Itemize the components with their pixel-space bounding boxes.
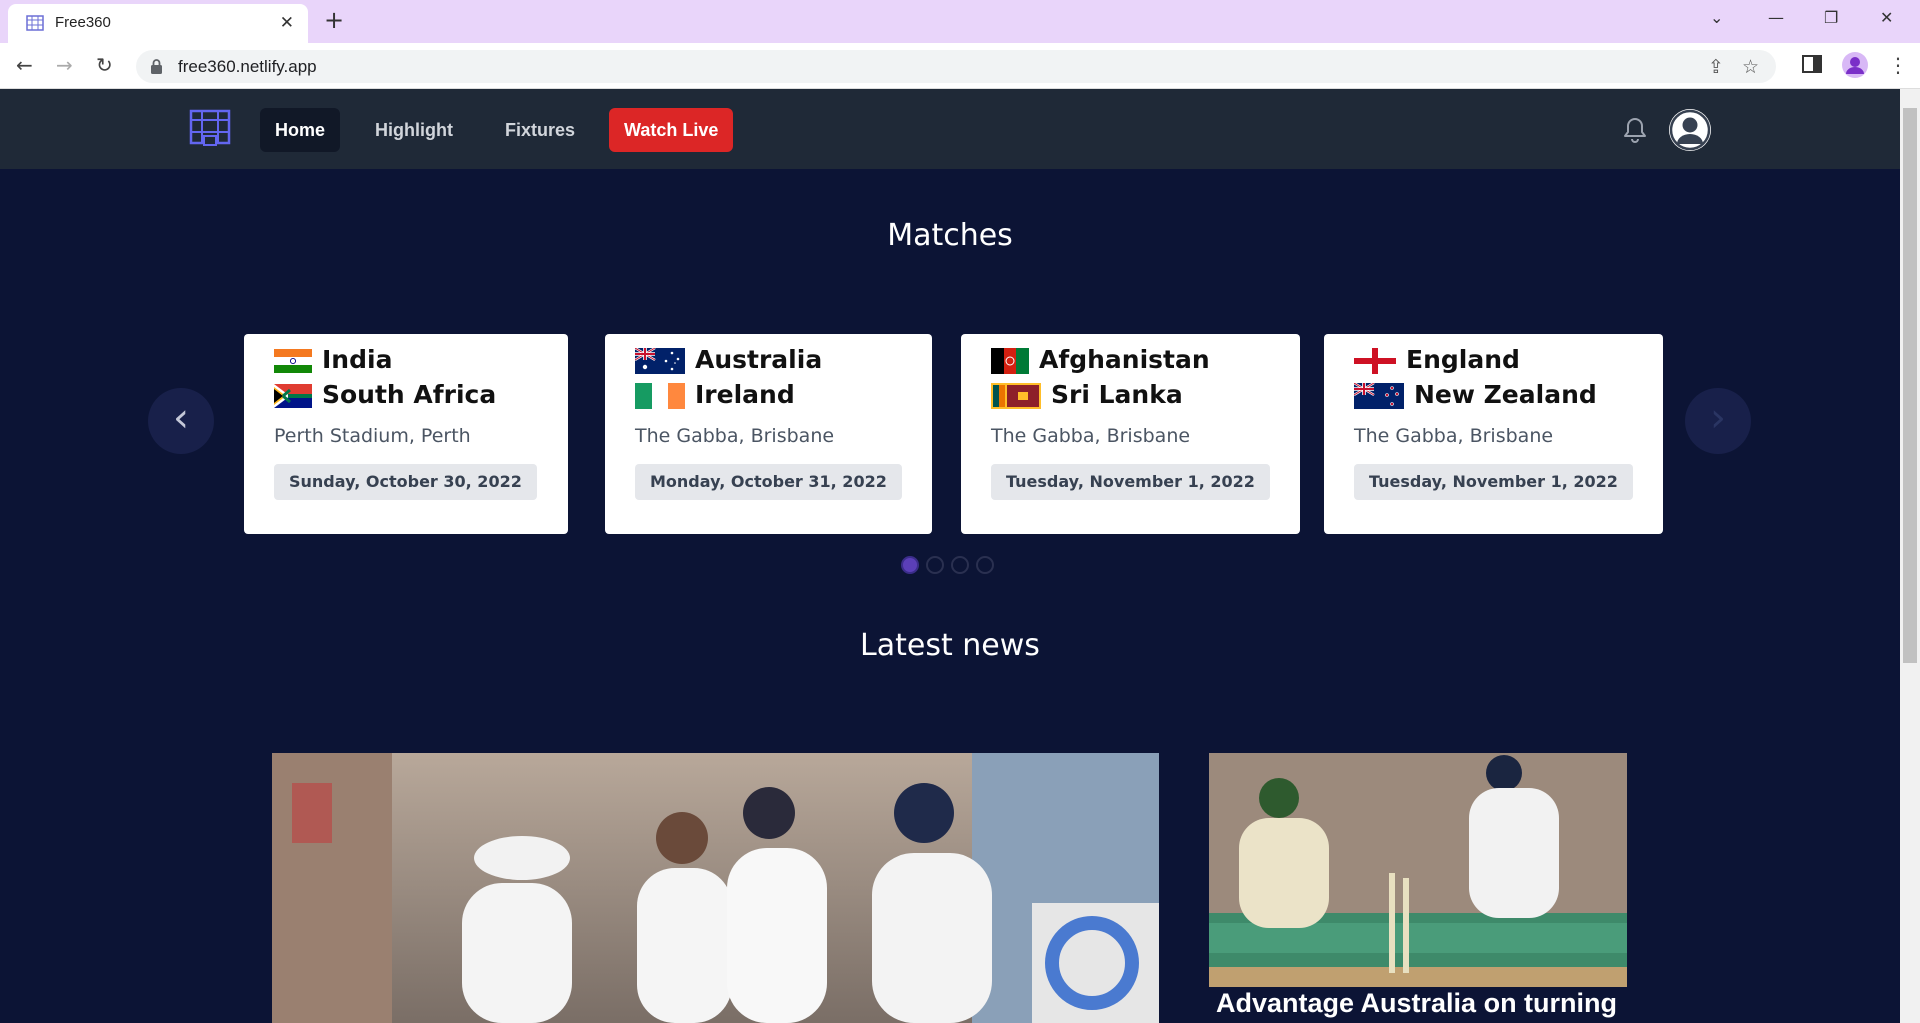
notification-bell-icon[interactable]: [1622, 116, 1648, 144]
team2-name: New Zealand: [1414, 380, 1597, 409]
match-card[interactable]: Afghanistan Sri Lanka The Gabba, Brisban…: [961, 334, 1300, 534]
carousel-dot-3[interactable]: [951, 556, 969, 574]
afghanistan-flag-icon: [991, 348, 1029, 374]
match-date: Monday, October 31, 2022: [635, 464, 902, 500]
scrollbar-thumb[interactable]: [1903, 108, 1917, 663]
news-side-image[interactable]: [1209, 753, 1627, 987]
match-date: Sunday, October 30, 2022: [274, 464, 537, 500]
team2-name: South Africa: [322, 380, 497, 409]
south-africa-flag-icon: [274, 384, 312, 408]
nav-fixtures[interactable]: Fixtures: [490, 108, 590, 152]
match-venue: The Gabba, Brisbane: [1354, 425, 1554, 447]
user-avatar[interactable]: [1669, 109, 1711, 151]
match-date: Tuesday, November 1, 2022: [991, 464, 1270, 500]
minimize-icon[interactable]: —: [1768, 8, 1784, 28]
matches-heading: Matches: [887, 218, 1013, 253]
share-icon[interactable]: ⇪: [1708, 56, 1724, 78]
match-card[interactable]: India South Africa Perth Stadium, Perth …: [244, 334, 568, 534]
nav-highlight[interactable]: Highlight: [360, 108, 468, 152]
ireland-flag-icon: [635, 383, 685, 409]
carousel-dot-4[interactable]: [976, 556, 994, 574]
nav-home[interactable]: Home: [260, 108, 341, 152]
australia-flag-icon: [635, 348, 685, 374]
team2-name: Sri Lanka: [1051, 380, 1183, 409]
site-navbar: Home Highlight Fixtures Watch Live: [0, 89, 1900, 169]
carousel-prev-button[interactable]: ‹: [148, 388, 214, 454]
browser-menu-icon[interactable]: ⋮: [1888, 52, 1908, 78]
tab-search-chevron-icon[interactable]: ⌄: [1710, 8, 1723, 28]
carousel-dot-2[interactable]: [926, 556, 944, 574]
tab-close-icon[interactable]: ✕: [280, 13, 294, 33]
match-date: Tuesday, November 1, 2022: [1354, 464, 1633, 500]
news-side-caption[interactable]: Advantage Australia on turning: [1216, 988, 1617, 1019]
nav-watch-live-button[interactable]: Watch Live: [609, 108, 734, 152]
side-panel-icon[interactable]: [1802, 55, 1822, 73]
team1-name: India: [322, 345, 393, 374]
match-card[interactable]: England New Zealand The Gabba, Brisbane …: [1324, 334, 1663, 534]
back-icon[interactable]: ←: [16, 52, 33, 78]
user-silhouette-icon: [1669, 109, 1711, 151]
tab-title: Free360: [55, 14, 111, 31]
forward-icon[interactable]: →: [56, 52, 73, 78]
match-venue: The Gabba, Brisbane: [991, 425, 1191, 447]
restore-icon[interactable]: ❐: [1824, 8, 1838, 28]
team1-name: Afghanistan: [1039, 345, 1210, 374]
browser-tab[interactable]: Free360 ✕: [8, 4, 308, 43]
url-text: free360.netlify.app: [178, 57, 317, 76]
window-close-icon[interactable]: ✕: [1880, 8, 1893, 28]
stadium-favicon-icon: [26, 15, 44, 31]
browser-tabbar: Free360 ✕ + ⌄ — ❐ ✕: [0, 0, 1920, 43]
new-tab-icon[interactable]: +: [324, 7, 344, 33]
team2-name: Ireland: [695, 380, 795, 409]
new-zealand-flag-icon: [1354, 383, 1404, 409]
browser-profile-icon[interactable]: [1842, 52, 1868, 78]
carousel-indicators: [900, 556, 1000, 576]
stadium-logo-icon[interactable]: [189, 108, 231, 148]
match-venue: The Gabba, Brisbane: [635, 425, 835, 447]
team1-name: England: [1406, 345, 1520, 374]
team1-name: Australia: [695, 345, 823, 374]
sri-lanka-flag-icon: [991, 383, 1041, 409]
match-venue: Perth Stadium, Perth: [274, 425, 471, 447]
india-flag-icon: [274, 349, 312, 373]
match-card[interactable]: Australia Ireland The Gabba, Brisbane Mo…: [605, 334, 932, 534]
england-flag-icon: [1354, 348, 1396, 374]
browser-toolbar: ← → ↻ free360.netlify.app ⇪ ☆: [0, 43, 1920, 89]
address-bar[interactable]: free360.netlify.app ⇪ ☆: [136, 50, 1776, 83]
reload-icon[interactable]: ↻: [96, 52, 113, 78]
lock-icon: [151, 59, 162, 74]
latest-news-heading: Latest news: [860, 628, 1040, 663]
news-main-image[interactable]: [272, 753, 1159, 1023]
bookmark-star-icon[interactable]: ☆: [1742, 56, 1759, 78]
carousel-next-button[interactable]: ›: [1685, 388, 1751, 454]
carousel-dot-1[interactable]: [901, 556, 919, 574]
